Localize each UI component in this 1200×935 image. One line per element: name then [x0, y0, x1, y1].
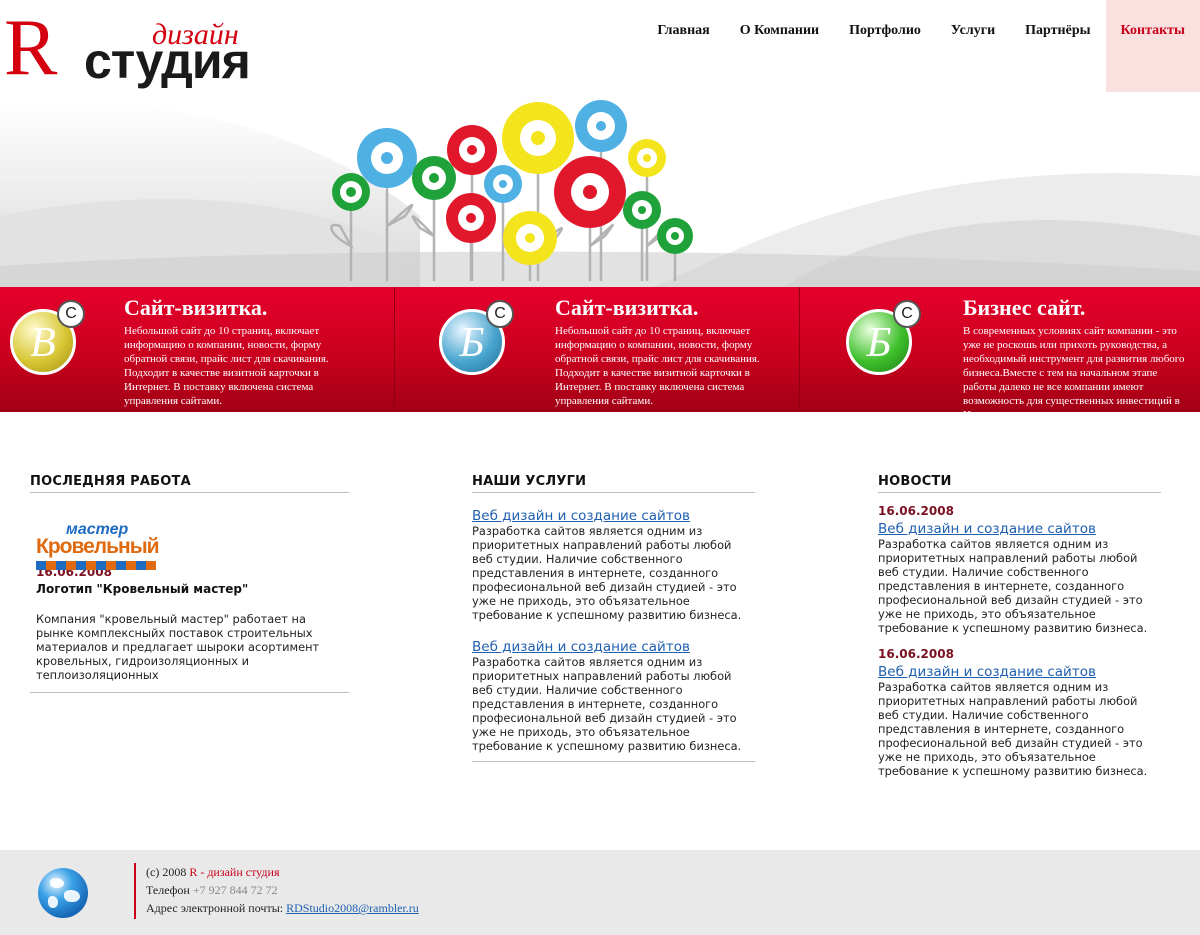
promo-title: Бизнес сайт.: [963, 295, 1086, 320]
nav-item-about[interactable]: О Компании: [725, 0, 834, 92]
footer-copyright-line: (c) 2008 R - дизайн студия: [146, 863, 419, 881]
badge-letter: В: [30, 320, 56, 366]
phone-label: Телефон: [146, 883, 190, 897]
logo-strip: [36, 561, 156, 570]
footer: (c) 2008 R - дизайн студия Телефон +7 92…: [0, 850, 1200, 935]
service-item: Веб дизайн и создание сайтов Разработка …: [472, 505, 755, 622]
logo-main-text: Кровельный: [36, 535, 160, 558]
nav-item-portfolio[interactable]: Портфолио: [834, 0, 936, 92]
news-link[interactable]: Веб дизайн и создание сайтов: [878, 521, 1096, 537]
news-date: 16.06.2008: [878, 504, 954, 518]
last-work-section: ПОСЛЕДНЯЯ РАБОТА мастер Кровельный 16.06…: [30, 474, 349, 693]
services-banner: В С Сайт-визитка. Небольшой сайт до 10 с…: [0, 287, 1200, 412]
roofing-master-logo[interactable]: мастер Кровельный: [36, 521, 161, 577]
letter-v-badge-icon: В С: [10, 300, 85, 375]
section-divider: [472, 761, 755, 762]
copyright: (c) 2008: [146, 865, 187, 879]
promo-text: Небольшой сайт до 10 страниц, включает и…: [124, 325, 329, 407]
footer-phone-line: Телефон +7 927 844 72 72: [146, 881, 419, 899]
footer-studio-name: R - дизайн студия: [189, 865, 280, 879]
email-label: Адрес электронной почты:: [146, 901, 284, 915]
news-link[interactable]: Веб дизайн и создание сайтов: [878, 664, 1096, 680]
service-text: Разработка сайтов является одним из прио…: [472, 655, 742, 753]
promo-title: Сайт-визитка.: [124, 295, 268, 320]
flowers-illustration: [0, 96, 1200, 288]
nav-item-home[interactable]: Главная: [642, 0, 724, 92]
phone-number: +7 927 844 72 72: [192, 883, 278, 897]
promo-text: В современных условиях сайт компании - э…: [963, 325, 1185, 412]
promo-text: Небольшой сайт до 10 страниц, включает и…: [555, 325, 760, 407]
logo-letter: R: [4, 4, 58, 92]
news-text: Разработка сайтов является одним из прио…: [878, 537, 1148, 635]
footer-info: (c) 2008 R - дизайн студия Телефон +7 92…: [134, 863, 419, 919]
site-logo[interactable]: дизайн R студия: [4, 8, 264, 96]
services-section: НАШИ УСЛУГИ Веб дизайн и создание сайтов…: [472, 474, 755, 762]
work-description: Компания "кровельный мастер" работает на…: [36, 612, 320, 682]
email-link[interactable]: RDStudio2008@rambler.ru: [286, 901, 419, 915]
badge-ring: С: [486, 300, 514, 328]
news-text: Разработка сайтов является одним из прио…: [878, 680, 1148, 778]
badge-ring: С: [57, 300, 85, 328]
news-item: 16.06.2008 Веб дизайн и создание сайтов …: [878, 647, 1161, 778]
letter-b-badge-icon: Б С: [439, 300, 514, 375]
nav-item-contacts[interactable]: Контакты: [1105, 0, 1200, 92]
promo-card-2[interactable]: Б С Сайт-визитка. Небольшой сайт до 10 с…: [394, 287, 799, 412]
promo-title: Сайт-визитка.: [555, 295, 699, 320]
news-item: 16.06.2008 Веб дизайн и создание сайтов …: [878, 504, 1161, 635]
badge-letter: Б: [459, 320, 485, 366]
news-section: НОВОСТИ 16.06.2008 Веб дизайн и создание…: [878, 474, 1161, 778]
service-link[interactable]: Веб дизайн и создание сайтов: [472, 508, 690, 524]
logo-studio-text: студия: [84, 33, 251, 89]
letter-b-badge-icon: Б С: [846, 300, 921, 375]
nav-item-partners[interactable]: Партнёры: [1010, 0, 1105, 92]
nav-item-services[interactable]: Услуги: [936, 0, 1010, 92]
service-text: Разработка сайтов является одним из прио…: [472, 524, 742, 622]
promo-card-3[interactable]: Б С Бизнес сайт. В современных условиях …: [799, 287, 1199, 412]
service-item: Веб дизайн и создание сайтов Разработка …: [472, 636, 755, 753]
service-link[interactable]: Веб дизайн и создание сайтов: [472, 639, 690, 655]
footer-email-line: Адрес электронной почты: RDStudio2008@ra…: [146, 899, 419, 917]
badge-letter: Б: [866, 320, 892, 366]
section-heading: НАШИ УСЛУГИ: [472, 474, 755, 493]
section-heading: ПОСЛЕДНЯЯ РАБОТА: [30, 474, 349, 493]
promo-card-1[interactable]: В С Сайт-визитка. Небольшой сайт до 10 с…: [0, 287, 394, 412]
main-nav: Главная О Компании Портфолио Услуги Парт…: [642, 0, 1200, 92]
globe-icon: [38, 868, 88, 918]
hero-banner: [0, 96, 1200, 288]
badge-ring: С: [893, 300, 921, 328]
news-date: 16.06.2008: [878, 647, 954, 661]
work-title: Логотип "Кровельный мастер": [36, 582, 249, 596]
section-divider: [30, 692, 349, 693]
section-heading: НОВОСТИ: [878, 474, 1161, 493]
